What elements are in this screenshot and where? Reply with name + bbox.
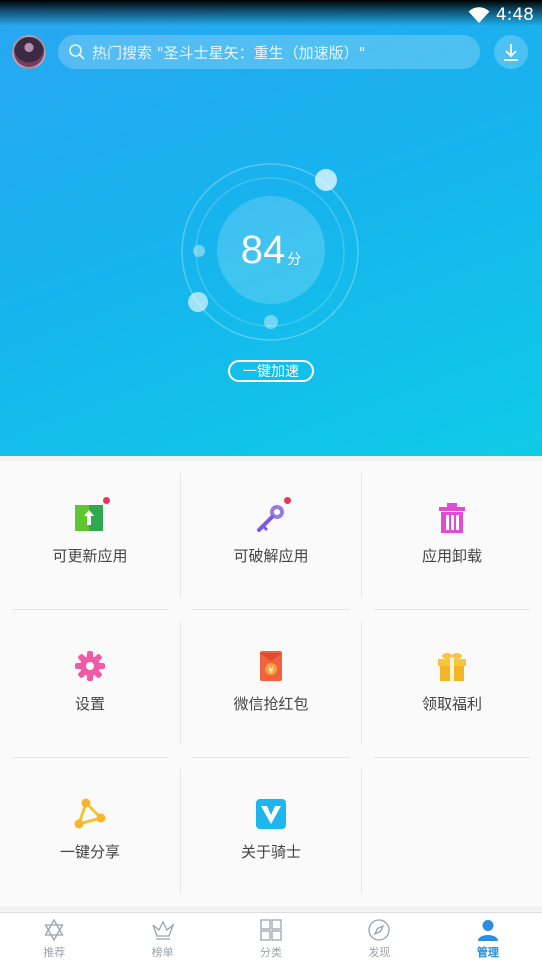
grid-item-label: 应用卸载 — [421, 547, 482, 565]
grid-item-crackable-apps[interactable]: 可破解应用 — [181, 461, 361, 609]
update-icon — [75, 505, 103, 531]
search-placeholder: 热门搜索 "圣斗士星矢：重生（加速版）" — [92, 43, 366, 62]
tab-label: 榜单 — [151, 946, 174, 959]
tab-label: 管理 — [476, 946, 499, 959]
grid-item-claim-benefits[interactable]: 领取福利 — [362, 609, 542, 757]
star-icon — [44, 919, 64, 941]
grid-item-label: 领取福利 — [421, 695, 482, 713]
tab-discover[interactable]: 发现 — [325, 913, 433, 964]
search-input[interactable]: 热门搜索 "圣斗士星矢：重生（加速版）" — [58, 35, 480, 69]
bottom-tab-bar: 推荐 榜单 分类 发现 管理 — [0, 912, 542, 964]
crown-icon — [151, 920, 175, 940]
share-icon — [74, 798, 106, 829]
status-time: 4:48 — [495, 5, 534, 25]
svg-text:¥: ¥ — [268, 666, 274, 676]
tab-label: 推荐 — [43, 946, 66, 959]
knight-logo-icon — [256, 799, 286, 829]
one-key-accelerate-button[interactable]: 一键加速 — [228, 360, 314, 382]
score-unit: 分 — [287, 252, 302, 268]
gift-icon — [438, 653, 466, 681]
grid-item-label: 微信抢红包 — [233, 695, 309, 713]
grid-item-label: 一键分享 — [59, 843, 120, 861]
download-button[interactable] — [494, 35, 528, 69]
red-envelope-icon: ¥ — [260, 651, 282, 681]
grid-icon — [260, 919, 282, 941]
grid-item-label: 可破解应用 — [233, 547, 309, 565]
grid-item-wechat-red-envelope[interactable]: ¥ 微信抢红包 — [181, 609, 361, 757]
gear-icon — [75, 651, 105, 681]
tab-label: 分类 — [260, 946, 283, 959]
avatar[interactable] — [12, 35, 46, 69]
grid-item-updatable-apps[interactable]: 可更新应用 — [0, 461, 180, 609]
grid-item-label: 关于骑士 — [240, 843, 301, 861]
divider — [361, 769, 362, 893]
search-icon — [69, 44, 85, 60]
compass-icon — [368, 919, 391, 941]
notification-dot — [103, 497, 110, 504]
grid-item-about-knight[interactable]: 关于骑士 — [181, 757, 361, 905]
hero-panel: 4:48 热门搜索 "圣斗士星矢：重生（加速版）" 84 分 一键加速 — [0, 0, 542, 456]
divider — [374, 757, 530, 758]
tab-label: 发现 — [368, 946, 391, 959]
grid-item-share[interactable]: 一键分享 — [0, 757, 180, 905]
manage-grid: 可更新应用 可破解应用 应用卸载 设置 ¥ 微信抢红包 领取福利 一键分享 关于… — [0, 461, 542, 906]
score-value: 84 — [240, 227, 286, 272]
key-icon — [257, 505, 284, 532]
wifi-icon — [468, 7, 490, 23]
grid-item-label: 设置 — [74, 695, 105, 713]
grid-item-label: 可更新应用 — [52, 547, 128, 565]
download-icon — [504, 44, 518, 61]
tab-recommend[interactable]: 推荐 — [0, 913, 108, 964]
grid-item-settings[interactable]: 设置 — [0, 609, 180, 757]
grid-item-uninstall-apps[interactable]: 应用卸载 — [362, 461, 542, 609]
tab-categories[interactable]: 分类 — [217, 913, 325, 964]
status-bar: 4:48 — [468, 3, 534, 27]
tab-rankings[interactable]: 榜单 — [108, 913, 216, 964]
score-display: 84 分 — [217, 196, 325, 304]
person-icon — [477, 920, 498, 941]
notification-dot — [284, 497, 291, 504]
trash-icon — [439, 503, 465, 533]
tab-manage[interactable]: 管理 — [434, 913, 542, 964]
